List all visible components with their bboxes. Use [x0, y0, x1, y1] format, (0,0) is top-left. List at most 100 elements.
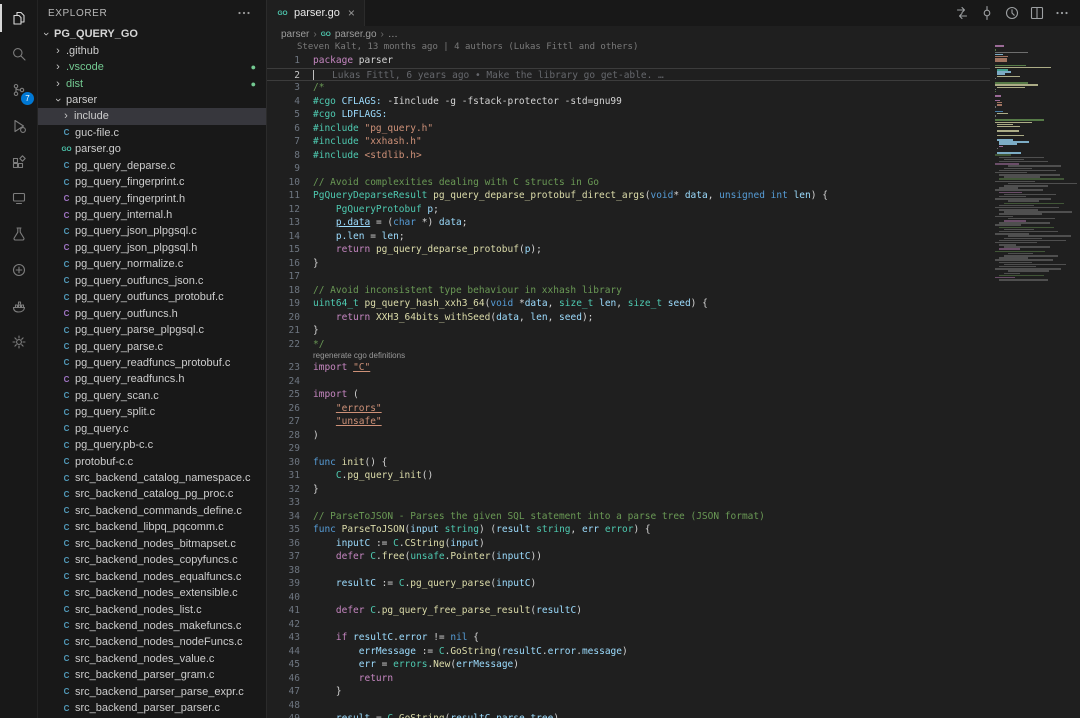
code-line-14[interactable]: 14 p.len = len; [267, 230, 990, 244]
docker-icon[interactable] [0, 288, 37, 324]
code-line-47[interactable]: 47 } [267, 685, 990, 699]
tree-item-pg_query_scan.c[interactable]: Cpg_query_scan.c [38, 388, 266, 404]
tree-item-pg_query_readfuncs_protobuf.c[interactable]: Cpg_query_readfuncs_protobuf.c [38, 355, 266, 371]
tree-item-src_backend_nodes_makefuncs.c[interactable]: Csrc_backend_nodes_makefuncs.c [38, 618, 266, 634]
code-line-22[interactable]: 22*/ [267, 338, 990, 352]
tree-item-pg_query.c[interactable]: Cpg_query.c [38, 421, 266, 437]
code-line-24[interactable]: 24 [267, 375, 990, 389]
code-line-7[interactable]: 7#include "xxhash.h" [267, 135, 990, 149]
tree-item-src_backend_catalog_namespace.c[interactable]: Csrc_backend_catalog_namespace.c [38, 470, 266, 486]
code-line-12[interactable]: 12 PgQueryProtobuf p; [267, 203, 990, 217]
code-line-29[interactable]: 29 [267, 442, 990, 456]
code-line-19[interactable]: 19uint64_t pg_query_hash_xxh3_64(void *d… [267, 297, 990, 311]
code-line-2[interactable]: 2Lukas Fittl, 6 years ago • Make the lib… [267, 68, 990, 82]
code-line-20[interactable]: 20 return XXH3_64bits_withSeed(data, len… [267, 311, 990, 325]
tree-item-.github[interactable]: ›.github [38, 42, 266, 58]
tree-item-src_backend_libpq_pqcomm.c[interactable]: Csrc_backend_libpq_pqcomm.c [38, 519, 266, 535]
code-line-27[interactable]: 27 "unsafe" [267, 415, 990, 429]
tree-item-pg_query_json_plpgsql.h[interactable]: Cpg_query_json_plpgsql.h [38, 240, 266, 256]
search-icon[interactable] [0, 36, 37, 72]
tree-item-pg_query_outfuncs_protobuf.c[interactable]: Cpg_query_outfuncs_protobuf.c [38, 289, 266, 305]
tab-parser-go[interactable]: GO parser.go × [267, 0, 365, 26]
code-line-42[interactable]: 42 [267, 618, 990, 632]
code-line-25[interactable]: 25import ( [267, 388, 990, 402]
code-lens[interactable]: regenerate cgo definitions [267, 351, 990, 361]
code-line-35[interactable]: 35func ParseToJSON(input string) (result… [267, 523, 990, 537]
code-line-41[interactable]: 41 defer C.pg_query_free_parse_result(re… [267, 604, 990, 618]
code-line-30[interactable]: 30func init() { [267, 456, 990, 470]
tree-item-src_backend_nodes_copyfuncs.c[interactable]: Csrc_backend_nodes_copyfuncs.c [38, 552, 266, 568]
tree-item-pg_query_split.c[interactable]: Cpg_query_split.c [38, 404, 266, 420]
code-line-17[interactable]: 17 [267, 270, 990, 284]
tree-item-pg_query_outfuncs_json.c[interactable]: Cpg_query_outfuncs_json.c [38, 273, 266, 289]
code-line-6[interactable]: 6#include "pg_query.h" [267, 122, 990, 136]
code-line-32[interactable]: 32} [267, 483, 990, 497]
more-actions-icon[interactable] [1054, 5, 1070, 21]
tree-item-pg_query_readfuncs.h[interactable]: Cpg_query_readfuncs.h [38, 371, 266, 387]
code-line-48[interactable]: 48 [267, 699, 990, 713]
tree-item-src_backend_nodes_list.c[interactable]: Csrc_backend_nodes_list.c [38, 601, 266, 617]
tree-item-src_backend_nodes_extensible.c[interactable]: Csrc_backend_nodes_extensible.c [38, 585, 266, 601]
code-line-43[interactable]: 43 if resultC.error != nil { [267, 631, 990, 645]
more-actions-icon[interactable] [236, 5, 252, 21]
split-editor-icon[interactable] [1029, 5, 1045, 21]
tree-item-parser[interactable]: ›parser [38, 92, 266, 108]
tree-item-pg_query_json_plpgsql.c[interactable]: Cpg_query_json_plpgsql.c [38, 223, 266, 239]
tree-item-src_backend_catalog_pg_proc.c[interactable]: Csrc_backend_catalog_pg_proc.c [38, 486, 266, 502]
tree-item-protobuf-c.c[interactable]: Cprotobuf-c.c [38, 453, 266, 469]
tree-item-pg_query_parse.c[interactable]: Cpg_query_parse.c [38, 338, 266, 354]
code-line-18[interactable]: 18// Avoid inconsistent type behaviour i… [267, 284, 990, 298]
tree-item-pg_query_outfuncs.h[interactable]: Cpg_query_outfuncs.h [38, 305, 266, 321]
code-line-21[interactable]: 21} [267, 324, 990, 338]
tree-item-pg_query_internal.h[interactable]: Cpg_query_internal.h [38, 207, 266, 223]
remote-explorer-icon[interactable] [0, 180, 37, 216]
code-line-36[interactable]: 36 inputC := C.CString(input) [267, 537, 990, 551]
testing-icon[interactable] [0, 216, 37, 252]
close-icon[interactable]: × [348, 6, 355, 20]
breadcrumb-symbol[interactable]: … [388, 29, 398, 40]
tree-item-PG_QUERY_GO[interactable]: ›PG_QUERY_GO [38, 26, 266, 42]
code-line-26[interactable]: 26 "errors" [267, 402, 990, 416]
code-line-46[interactable]: 46 return [267, 672, 990, 686]
tree-item-pg_query_deparse.c[interactable]: Cpg_query_deparse.c [38, 158, 266, 174]
code-editor[interactable]: 1package parser2Lukas Fittl, 6 years ago… [267, 54, 990, 718]
code-line-40[interactable]: 40 [267, 591, 990, 605]
tree-item-src_backend_commands_define.c[interactable]: Csrc_backend_commands_define.c [38, 503, 266, 519]
code-line-49[interactable]: 49 result = C.GoString(resultC.parse_tre… [267, 712, 990, 718]
ports-icon[interactable] [0, 252, 37, 288]
tree-item-pg_query.pb-c.c[interactable]: Cpg_query.pb-c.c [38, 437, 266, 453]
tree-item-.vscode[interactable]: ›.vscode● [38, 59, 266, 75]
code-line-44[interactable]: 44 errMessage := C.GoString(resultC.erro… [267, 645, 990, 659]
code-line-34[interactable]: 34// ParseToJSON - Parses the given SQL … [267, 510, 990, 524]
tree-item-guc-file.c[interactable]: Cguc-file.c [38, 125, 266, 141]
tree-item-dist[interactable]: ›dist● [38, 75, 266, 91]
tree-item-src_backend_nodes_bitmapset.c[interactable]: Csrc_backend_nodes_bitmapset.c [38, 536, 266, 552]
tree-item-include[interactable]: ›include [38, 108, 266, 124]
code-line-39[interactable]: 39 resultC := C.pg_query_parse(inputC) [267, 577, 990, 591]
tree-item-src_backend_parser_gram.c[interactable]: Csrc_backend_parser_gram.c [38, 667, 266, 683]
code-line-38[interactable]: 38 [267, 564, 990, 578]
code-line-23[interactable]: 23import "C" [267, 361, 990, 375]
timeline-icon[interactable] [1004, 5, 1020, 21]
run-and-debug-icon[interactable] [0, 108, 37, 144]
code-line-4[interactable]: 4#cgo CFLAGS: -Iinclude -g -fstack-prote… [267, 95, 990, 109]
code-line-8[interactable]: 8#include <stdlib.h> [267, 149, 990, 163]
tree-item-src_backend_nodes_value.c[interactable]: Csrc_backend_nodes_value.c [38, 651, 266, 667]
code-line-9[interactable]: 9 [267, 162, 990, 176]
code-line-3[interactable]: 3/* [267, 81, 990, 95]
code-line-5[interactable]: 5#cgo LDFLAGS: [267, 108, 990, 122]
code-line-10[interactable]: 10// Avoid complexities dealing with C s… [267, 176, 990, 190]
settings-gear-icon[interactable] [0, 324, 37, 360]
compare-changes-icon[interactable] [954, 5, 970, 21]
code-line-31[interactable]: 31 C.pg_query_init() [267, 469, 990, 483]
explorer-icon[interactable] [0, 0, 37, 36]
tree-item-pg_query_fingerprint.h[interactable]: Cpg_query_fingerprint.h [38, 190, 266, 206]
code-lens-label[interactable]: regenerate cgo definitions [313, 351, 990, 361]
commit-graph-icon[interactable] [979, 5, 995, 21]
code-line-45[interactable]: 45 err = errors.New(errMessage) [267, 658, 990, 672]
breadcrumb-folder[interactable]: parser [281, 29, 309, 40]
tree-item-pg_query_fingerprint.c[interactable]: Cpg_query_fingerprint.c [38, 174, 266, 190]
code-line-13[interactable]: 13 p.data = (char *) data; [267, 216, 990, 230]
tree-item-src_backend_parser_parser.c[interactable]: Csrc_backend_parser_parser.c [38, 700, 266, 716]
breadcrumb-file[interactable]: parser.go [335, 29, 377, 40]
